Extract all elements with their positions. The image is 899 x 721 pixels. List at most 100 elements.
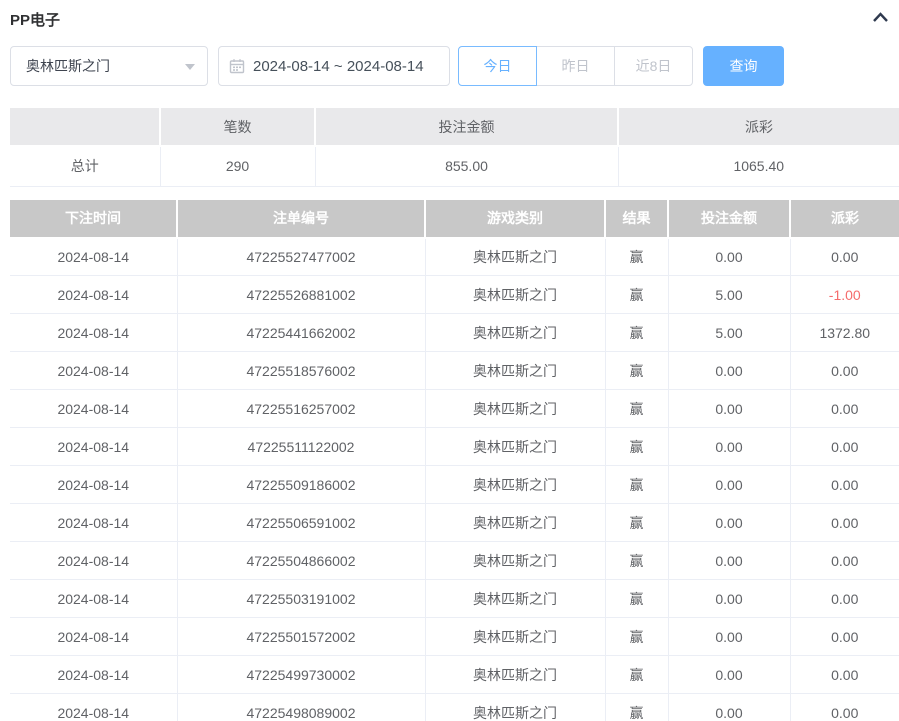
query-button[interactable]: 查询 <box>703 46 784 86</box>
cell-payout: 0.00 <box>790 694 899 721</box>
table-row: 2024-08-14 47225501572002 奥林匹斯之门 赢 0.00 … <box>10 618 899 656</box>
col-header-payout: 派彩 <box>790 200 899 238</box>
cell-bet-amount: 0.00 <box>668 694 790 721</box>
cell-bet-id: 47225518576002 <box>177 352 425 390</box>
cell-result: 赢 <box>605 238 668 276</box>
cell-game-type: 奥林匹斯之门 <box>425 238 605 276</box>
cell-result: 赢 <box>605 276 668 314</box>
cell-bet-time: 2024-08-14 <box>10 504 177 542</box>
cell-payout: 0.00 <box>790 656 899 694</box>
cell-bet-amount: 0.00 <box>668 238 790 276</box>
summary-total-label: 总计 <box>10 146 160 186</box>
cell-game-type: 奥林匹斯之门 <box>425 390 605 428</box>
col-header-bet-id: 注单编号 <box>177 200 425 238</box>
cell-bet-amount: 0.00 <box>668 542 790 580</box>
filter-bar: 奥林匹斯之门 2024-08-14 ~ 2024-08-14 今日 昨日 近8日… <box>10 46 899 86</box>
summary-total-payout: 1065.40 <box>618 146 899 186</box>
cell-payout: 1372.80 <box>790 314 899 352</box>
cell-bet-time: 2024-08-14 <box>10 656 177 694</box>
cell-payout: 0.00 <box>790 238 899 276</box>
cell-bet-amount: 0.00 <box>668 504 790 542</box>
summary-total-count: 290 <box>160 146 315 186</box>
table-row: 2024-08-14 47225526881002 奥林匹斯之门 赢 5.00 … <box>10 276 899 314</box>
cell-result: 赢 <box>605 694 668 721</box>
bet-table-header-row: 下注时间 注单编号 游戏类别 结果 投注金额 派彩 <box>10 200 899 238</box>
cell-result: 赢 <box>605 352 668 390</box>
cell-bet-time: 2024-08-14 <box>10 618 177 656</box>
cell-result: 赢 <box>605 542 668 580</box>
table-row: 2024-08-14 47225516257002 奥林匹斯之门 赢 0.00 … <box>10 390 899 428</box>
cell-result: 赢 <box>605 618 668 656</box>
cell-result: 赢 <box>605 390 668 428</box>
table-row: 2024-08-14 47225498089002 奥林匹斯之门 赢 0.00 … <box>10 694 899 721</box>
chevron-up-icon <box>872 11 889 23</box>
summary-header-bet-amount: 投注金额 <box>315 108 618 146</box>
cell-bet-amount: 0.00 <box>668 352 790 390</box>
yesterday-button[interactable]: 昨日 <box>536 46 615 86</box>
cell-bet-id: 47225511122002 <box>177 428 425 466</box>
cell-payout: 0.00 <box>790 390 899 428</box>
cell-bet-id: 47225499730002 <box>177 656 425 694</box>
cell-bet-id: 47225526881002 <box>177 276 425 314</box>
cell-bet-id: 47225503191002 <box>177 580 425 618</box>
cell-bet-time: 2024-08-14 <box>10 580 177 618</box>
quick-range-button-group: 今日 昨日 近8日 <box>458 46 693 86</box>
cell-bet-id: 47225516257002 <box>177 390 425 428</box>
cell-game-type: 奥林匹斯之门 <box>425 656 605 694</box>
cell-payout: 0.00 <box>790 504 899 542</box>
game-select[interactable]: 奥林匹斯之门 <box>10 46 208 86</box>
last-8-days-button[interactable]: 近8日 <box>614 46 693 86</box>
cell-payout: 0.00 <box>790 618 899 656</box>
cell-bet-amount: 0.00 <box>668 390 790 428</box>
cell-bet-amount: 0.00 <box>668 618 790 656</box>
col-header-bet-amount: 投注金额 <box>668 200 790 238</box>
cell-payout: 0.00 <box>790 542 899 580</box>
table-row: 2024-08-14 47225509186002 奥林匹斯之门 赢 0.00 … <box>10 466 899 504</box>
date-range-input[interactable]: 2024-08-14 ~ 2024-08-14 <box>218 46 450 86</box>
cell-payout: 0.00 <box>790 580 899 618</box>
cell-game-type: 奥林匹斯之门 <box>425 580 605 618</box>
cell-bet-time: 2024-08-14 <box>10 694 177 721</box>
cell-bet-time: 2024-08-14 <box>10 428 177 466</box>
cell-bet-time: 2024-08-14 <box>10 466 177 504</box>
cell-game-type: 奥林匹斯之门 <box>425 352 605 390</box>
date-range-value: 2024-08-14 ~ 2024-08-14 <box>253 58 424 75</box>
collapse-panel-button[interactable] <box>869 6 891 28</box>
col-header-bet-time: 下注时间 <box>10 200 177 238</box>
cell-bet-amount: 5.00 <box>668 314 790 352</box>
today-button[interactable]: 今日 <box>458 46 537 86</box>
table-row: 2024-08-14 47225503191002 奥林匹斯之门 赢 0.00 … <box>10 580 899 618</box>
cell-result: 赢 <box>605 580 668 618</box>
cell-game-type: 奥林匹斯之门 <box>425 466 605 504</box>
cell-bet-time: 2024-08-14 <box>10 314 177 352</box>
col-header-result: 结果 <box>605 200 668 238</box>
cell-bet-time: 2024-08-14 <box>10 238 177 276</box>
game-select-value: 奥林匹斯之门 <box>26 56 110 76</box>
cell-bet-id: 47225501572002 <box>177 618 425 656</box>
table-row: 2024-08-14 47225441662002 奥林匹斯之门 赢 5.00 … <box>10 314 899 352</box>
chevron-down-icon <box>185 64 195 70</box>
cell-bet-id: 47225509186002 <box>177 466 425 504</box>
bet-records-table: 下注时间 注单编号 游戏类别 结果 投注金额 派彩 2024-08-14 472… <box>10 200 899 721</box>
table-row: 2024-08-14 47225518576002 奥林匹斯之门 赢 0.00 … <box>10 352 899 390</box>
summary-total-bet-amount: 855.00 <box>315 146 618 186</box>
col-header-game-type: 游戏类别 <box>425 200 605 238</box>
summary-total-row: 总计 290 855.00 1065.40 <box>10 146 899 186</box>
cell-result: 赢 <box>605 314 668 352</box>
summary-header-row: 笔数 投注金额 派彩 <box>10 108 899 146</box>
cell-result: 赢 <box>605 428 668 466</box>
cell-game-type: 奥林匹斯之门 <box>425 314 605 352</box>
cell-result: 赢 <box>605 504 668 542</box>
cell-payout: -1.00 <box>790 276 899 314</box>
cell-bet-amount: 0.00 <box>668 428 790 466</box>
table-row: 2024-08-14 47225527477002 奥林匹斯之门 赢 0.00 … <box>10 238 899 276</box>
bet-table-body: 2024-08-14 47225527477002 奥林匹斯之门 赢 0.00 … <box>10 238 899 721</box>
cell-bet-amount: 0.00 <box>668 580 790 618</box>
table-row: 2024-08-14 47225511122002 奥林匹斯之门 赢 0.00 … <box>10 428 899 466</box>
cell-game-type: 奥林匹斯之门 <box>425 618 605 656</box>
cell-game-type: 奥林匹斯之门 <box>425 542 605 580</box>
cell-bet-id: 47225498089002 <box>177 694 425 721</box>
cell-bet-id: 47225527477002 <box>177 238 425 276</box>
cell-bet-amount: 5.00 <box>668 276 790 314</box>
cell-game-type: 奥林匹斯之门 <box>425 694 605 721</box>
